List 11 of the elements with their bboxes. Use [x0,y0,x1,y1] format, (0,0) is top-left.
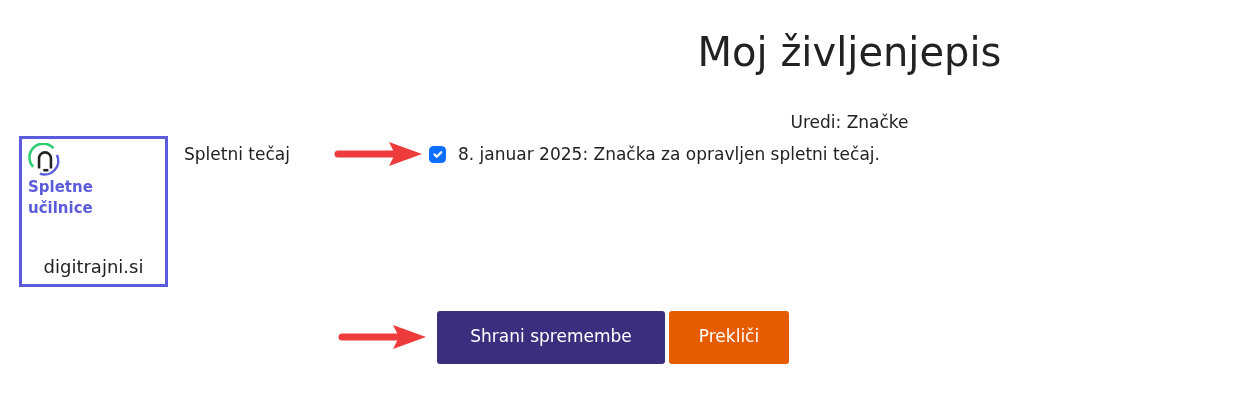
logo-text: Spletne [28,176,94,198]
fingerprint-icon [28,142,62,177]
logo-text: učilnice [28,198,94,220]
page-title: Moj življenjepis [696,28,1003,76]
badge-description: 8. januar 2025: Značka za opravljen spletni tečaj. [458,142,880,166]
section-heading: Uredi: Značke [789,111,910,134]
cancel-button[interactable]: Prekliči [669,310,789,364]
logo-site-text: digitrajni.si [42,254,145,279]
badge-checkbox[interactable] [429,145,446,163]
save-button[interactable]: Shrani spremembe [437,310,665,364]
course-name: Spletni tečaj [183,142,291,166]
